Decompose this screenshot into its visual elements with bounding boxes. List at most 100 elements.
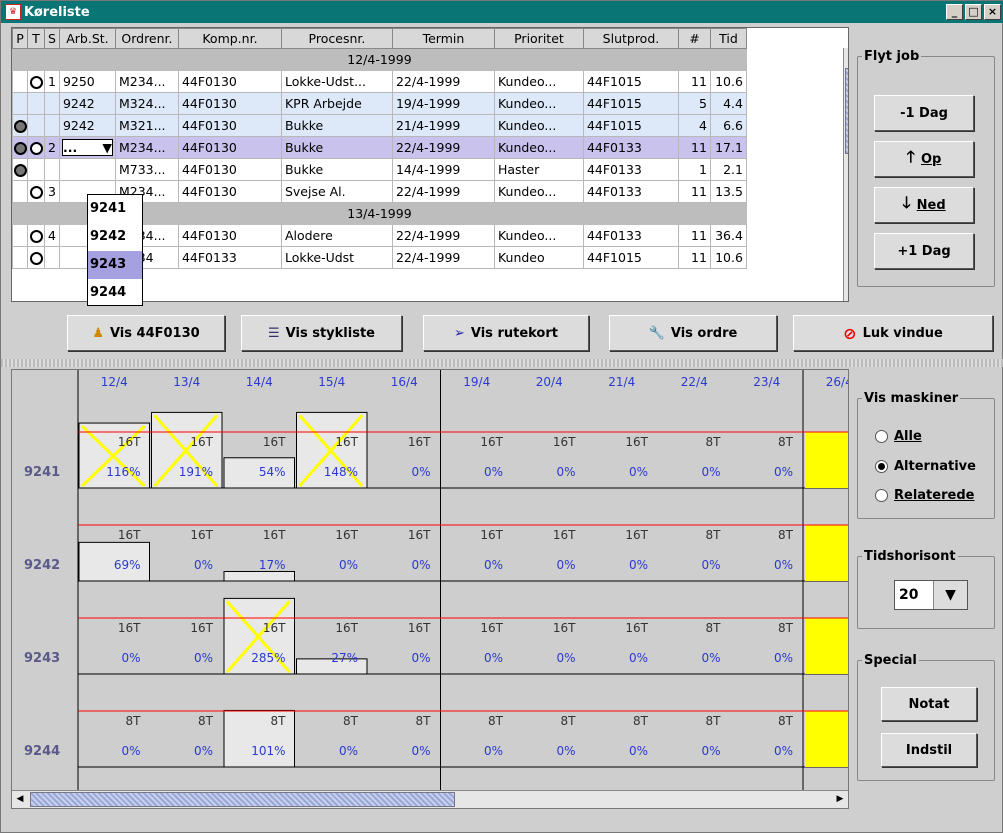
cell-slut[interactable]: 44F1015 (582, 92, 679, 115)
column-header[interactable]: Slutprod. (582, 28, 679, 49)
cell-arb[interactable]: 9242 (58, 92, 116, 115)
cell-slut[interactable]: 44F1015 (582, 114, 679, 137)
cell-arb[interactable]: ... ▼ (58, 136, 116, 159)
cell-komp[interactable]: 44F0130 (177, 70, 282, 93)
cell-tid[interactable]: 6.6 (709, 114, 747, 137)
cell-ordre[interactable]: M324... (114, 92, 179, 115)
cell-tid[interactable]: 17.1 (709, 136, 747, 159)
tidshorisont-select[interactable]: 20 ▼ (894, 580, 968, 610)
cell-s[interactable]: 3 (44, 180, 60, 203)
cell-termin[interactable]: 22/4-1999 (391, 246, 495, 269)
scroll-down-icon[interactable]: ▼ (844, 286, 848, 301)
table-row[interactable]: 9242 M324... 44F0130 KPR Arbejde 19/4-1999 Ku… (12, 92, 747, 115)
column-header[interactable]: Termin (391, 28, 495, 49)
column-header[interactable]: Prioritet (493, 28, 584, 49)
plus-day-button[interactable]: +1 Dag (874, 233, 974, 269)
cell-termin[interactable]: 22/4-1999 (391, 224, 495, 247)
cell-s[interactable] (44, 158, 60, 181)
cell-ordre[interactable]: M234... (114, 70, 179, 93)
cell-termin[interactable]: 22/4-1999 (391, 70, 495, 93)
column-header[interactable]: S (44, 28, 60, 49)
cell-ordre[interactable]: M234... (114, 136, 179, 159)
cell-prio[interactable]: Haster (493, 158, 584, 181)
column-header[interactable]: Ordrenr. (114, 28, 179, 49)
cell-t[interactable] (27, 246, 45, 269)
cell-n[interactable]: 11 (677, 246, 711, 269)
arb-st-combo[interactable]: ... ▼ (61, 139, 113, 156)
cell-komp[interactable]: 44F0130 (177, 136, 282, 159)
indstil-button[interactable]: Indstil (881, 733, 977, 767)
chevron-down-icon[interactable]: ▼ (102, 140, 112, 155)
cell-slut[interactable]: 44F0133 (582, 224, 679, 247)
cell-tid[interactable]: 2.1 (709, 158, 747, 181)
cell-tid[interactable]: 13.5 (709, 180, 747, 203)
vertical-scrollbar[interactable]: ▲ ▼ (843, 48, 848, 301)
cell-proc[interactable]: Lokke-Udst... (280, 70, 393, 93)
dropdown-option[interactable]: 9241 (88, 195, 142, 223)
cell-prio[interactable]: Kundeo (493, 246, 584, 269)
cell-n[interactable]: 5 (677, 92, 711, 115)
radio-alternative[interactable]: Alternative (875, 459, 976, 474)
table-row[interactable]: M733... 44F0130 Bukke 14/4-1999 Haster 44F013… (12, 158, 747, 181)
split-pane-divider[interactable] (1, 359, 1003, 367)
notat-button[interactable]: Notat (881, 687, 977, 721)
cell-prio[interactable]: Kundeo... (493, 114, 584, 137)
cell-slut[interactable]: 44F0133 (582, 180, 679, 203)
table-row[interactable]: 2... ▼ M234... 44F0130 Bukke 22/4-1999 Kundeo.… (12, 136, 747, 159)
cell-n[interactable]: 4 (677, 114, 711, 137)
cell-arb[interactable] (58, 158, 116, 181)
cell-arb[interactable]: 9250 (58, 70, 116, 93)
cell-t[interactable] (27, 180, 45, 203)
cell-proc[interactable]: Bukke (280, 158, 393, 181)
cell-t[interactable] (27, 158, 45, 181)
cell-termin[interactable]: 14/4-1999 (391, 158, 495, 181)
radio-relaterede[interactable]: Relaterede (875, 488, 974, 503)
cell-proc[interactable]: Svejse Al. (280, 180, 393, 203)
cell-p[interactable] (12, 224, 28, 247)
cell-slut[interactable]: 44F1015 (582, 70, 679, 93)
radio-dot[interactable] (875, 430, 888, 443)
luk-vindue-button[interactable]: ⊘ Luk vindue (793, 315, 993, 351)
cell-t[interactable] (27, 136, 45, 159)
cell-n[interactable]: 11 (677, 180, 711, 203)
cell-s[interactable] (44, 246, 60, 269)
cell-p[interactable] (12, 180, 28, 203)
dropdown-option[interactable]: 9244 (88, 279, 142, 307)
cell-p[interactable] (12, 246, 28, 269)
cell-termin[interactable]: 19/4-1999 (391, 92, 495, 115)
close-button[interactable]: × (984, 4, 1001, 20)
minus-day-button[interactable]: -1 Dag (874, 95, 974, 131)
vis-rutekort-button[interactable]: ➢ Vis rutekort (423, 315, 589, 351)
cell-prio[interactable]: Kundeo... (493, 92, 584, 115)
cell-proc[interactable]: KPR Arbejde (280, 92, 393, 115)
cell-komp[interactable]: 44F0130 (177, 224, 282, 247)
cell-slut[interactable]: 44F0133 (582, 158, 679, 181)
column-header[interactable]: Procesnr. (280, 28, 393, 49)
maximize-button[interactable]: □ (965, 4, 982, 20)
cell-s[interactable]: 2 (44, 136, 60, 159)
cell-komp[interactable]: 44F0133 (177, 246, 282, 269)
scroll-up-icon[interactable]: ▲ (844, 48, 848, 64)
cell-n[interactable]: 11 (677, 70, 711, 93)
vis-ordre-button[interactable]: 🔧 Vis ordre (609, 315, 777, 351)
cell-proc[interactable]: Bukke (280, 114, 393, 137)
cell-t[interactable] (27, 114, 45, 137)
hscroll-thumb[interactable] (30, 792, 455, 807)
cell-prio[interactable]: Kundeo... (493, 136, 584, 159)
cell-tid[interactable]: 10.6 (709, 246, 747, 269)
vis-komp-button[interactable]: ♟ Vis 44F0130 (67, 315, 225, 351)
cell-n[interactable]: 11 (677, 136, 711, 159)
horizontal-scrollbar[interactable]: ◀ ▶ (12, 790, 848, 808)
cell-komp[interactable]: 44F0130 (177, 114, 282, 137)
cell-proc[interactable]: Lokke-Udst (280, 246, 393, 269)
cell-komp[interactable]: 44F0130 (177, 92, 282, 115)
cell-p[interactable] (12, 136, 28, 159)
column-header[interactable]: P (12, 28, 28, 49)
cell-s[interactable]: 4 (44, 224, 60, 247)
column-header[interactable]: # (677, 28, 711, 49)
cell-ordre[interactable]: M321... (114, 114, 179, 137)
radio-dot[interactable] (875, 460, 888, 473)
scroll-thumb[interactable] (845, 68, 848, 154)
cell-p[interactable] (12, 70, 28, 93)
cell-prio[interactable]: Kundeo... (493, 224, 584, 247)
